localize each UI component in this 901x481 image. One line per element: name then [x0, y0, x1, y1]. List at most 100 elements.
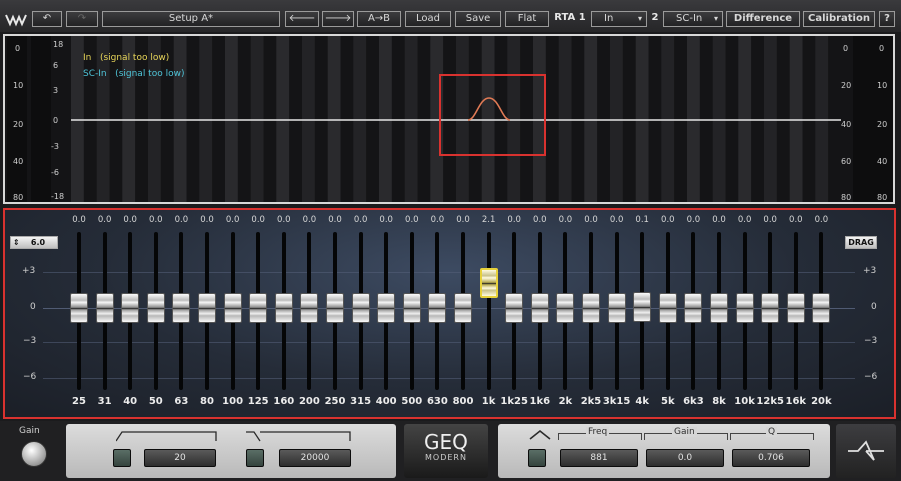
band-fader-knob[interactable]	[274, 293, 293, 323]
gain-knob[interactable]	[21, 441, 47, 467]
band-fader-knob[interactable]	[505, 293, 524, 323]
band-fader-knob[interactable]	[172, 293, 191, 323]
band-frequency-label: 1k6	[529, 396, 551, 407]
difference-button[interactable]: Difference	[726, 11, 800, 27]
band-fader-knob[interactable]	[300, 293, 319, 323]
waves-logo-icon[interactable]	[5, 11, 27, 27]
save-button[interactable]: Save	[455, 11, 501, 27]
band-gain-value: 0.0	[507, 215, 521, 225]
rta-plot-area[interactable]	[71, 36, 841, 202]
band-frequency-label: 31	[97, 396, 112, 407]
band-fader-knob[interactable]	[95, 293, 114, 323]
meter-scale-label: 40	[877, 157, 888, 166]
rta-band-stripe	[71, 36, 84, 202]
gain-field[interactable]: 0.0	[646, 449, 724, 467]
rta-band-stripe	[353, 36, 367, 202]
band-fader-knob[interactable]	[121, 293, 140, 323]
db-scale-label: 3	[53, 86, 59, 95]
band-fader-knob[interactable]	[454, 293, 472, 323]
undo-icon: ↶	[42, 13, 52, 24]
low-cut-enable-toggle[interactable]	[113, 449, 131, 467]
band-enable-toggle[interactable]	[528, 449, 546, 467]
band-gain-value: 2.1	[481, 215, 496, 225]
drag-button[interactable]: DRAG	[845, 236, 877, 249]
band-fader-knob[interactable]	[198, 293, 216, 323]
db-scale-label: 18	[53, 40, 64, 49]
band-fader-knob[interactable]	[428, 293, 447, 323]
flat-button[interactable]: Flat	[505, 11, 549, 27]
rta-band-stripe	[635, 36, 649, 202]
band-fader-knob[interactable]	[402, 293, 421, 323]
band-fader-track[interactable]	[486, 232, 491, 390]
band-fader-knob[interactable]	[146, 293, 165, 323]
setup-name-field[interactable]: Setup A*	[102, 11, 280, 27]
db-scale-label: 20	[841, 81, 852, 90]
right-sc-meter	[873, 36, 893, 202]
freq-field[interactable]: 881	[560, 449, 638, 467]
redo-button[interactable]: ↷	[66, 11, 98, 27]
band-gain-value: 0.0	[200, 215, 214, 225]
rta1-label: RTA 1	[554, 12, 586, 23]
meter-scale-label: 10	[877, 81, 888, 90]
band-fader-knob[interactable]	[633, 291, 652, 322]
band-fader-knob[interactable]	[223, 293, 242, 323]
previous-setup-button[interactable]: 🡐	[285, 11, 319, 27]
rta1-source-select[interactable]: In ▾	[591, 11, 647, 27]
a-to-b-button[interactable]: A→B	[357, 11, 401, 27]
band-fader-knob[interactable]	[812, 293, 831, 323]
db-label-zero-right: 0	[871, 302, 877, 312]
band-gain-value: 0.0	[405, 215, 419, 225]
band-fader-knob[interactable]	[607, 293, 626, 323]
bottom-control-bar: Gain 20 20000 GEQ MODERN Freq Gain Q 881…	[0, 421, 901, 481]
band-fader-knob[interactable]	[761, 293, 780, 323]
band-fader-knob[interactable]	[326, 293, 344, 323]
band-fader-knob[interactable]	[684, 293, 703, 323]
high-cut-frequency-field[interactable]: 20000	[279, 449, 351, 467]
band-fader-knob[interactable]	[530, 293, 549, 323]
waves-symbol-icon[interactable]	[836, 424, 896, 478]
rta-band-stripe	[327, 36, 341, 202]
scin-signal-text: SC-In (signal too low)	[83, 69, 185, 79]
high-cut-enable-toggle[interactable]	[246, 449, 264, 467]
band-fader-knob[interactable]	[786, 293, 805, 323]
calibration-button[interactable]: Calibration	[803, 11, 875, 27]
band-fader-knob[interactable]	[70, 293, 88, 323]
band-frequency-label: 12k5	[756, 396, 784, 407]
gain-label: Gain	[19, 426, 40, 436]
meter-scale-label: 20	[13, 120, 24, 129]
help-button[interactable]: ?	[879, 11, 895, 27]
band-fader-knob[interactable]	[582, 293, 600, 323]
undo-button[interactable]: ↶	[32, 11, 62, 27]
band-gain-value: 0.0	[97, 215, 112, 225]
band-fader-knob[interactable]	[249, 293, 268, 323]
band-frequency-label: 40	[123, 396, 138, 407]
db-scale-label: 0	[53, 116, 59, 125]
band-parameter-panel: Freq Gain Q 881 0.0 0.706	[498, 424, 830, 478]
range-field[interactable]: ⇕ 6.0	[10, 236, 58, 249]
band-frequency-label: 125	[247, 396, 269, 407]
band-fader-knob[interactable]	[556, 293, 575, 323]
band-frequency-label: 1k25	[500, 396, 528, 407]
band-frequency-label: 630	[426, 396, 448, 407]
band-fader-knob[interactable]	[351, 293, 370, 323]
load-button[interactable]: Load	[405, 11, 451, 27]
band-fader-knob[interactable]	[735, 293, 754, 323]
band-frequency-label: 200	[298, 396, 320, 407]
band-gain-value: 0.0	[814, 215, 829, 225]
next-setup-button[interactable]: 🡒	[322, 11, 354, 27]
low-cut-frequency-field[interactable]: 20	[144, 449, 216, 467]
redo-icon: ↷	[77, 13, 87, 24]
rta2-source-select[interactable]: SC-In ▾	[663, 11, 723, 27]
db-label-minus6-right: −6	[864, 372, 878, 382]
band-fader-knob[interactable]	[377, 293, 396, 323]
rta-band-stripe	[225, 36, 238, 202]
db-scale-label: -3	[51, 142, 59, 151]
q-field[interactable]: 0.706	[732, 449, 810, 467]
band-frequency-label: 400	[375, 396, 397, 407]
band-fader-knob[interactable]	[658, 293, 677, 323]
band-fader-knob[interactable]	[710, 293, 728, 323]
band-frequency-label: 63	[174, 396, 189, 407]
band-fader-knob[interactable]	[479, 267, 498, 298]
arrow-right-icon: 🡒	[324, 13, 352, 24]
rta1-source-value: In	[604, 13, 614, 24]
